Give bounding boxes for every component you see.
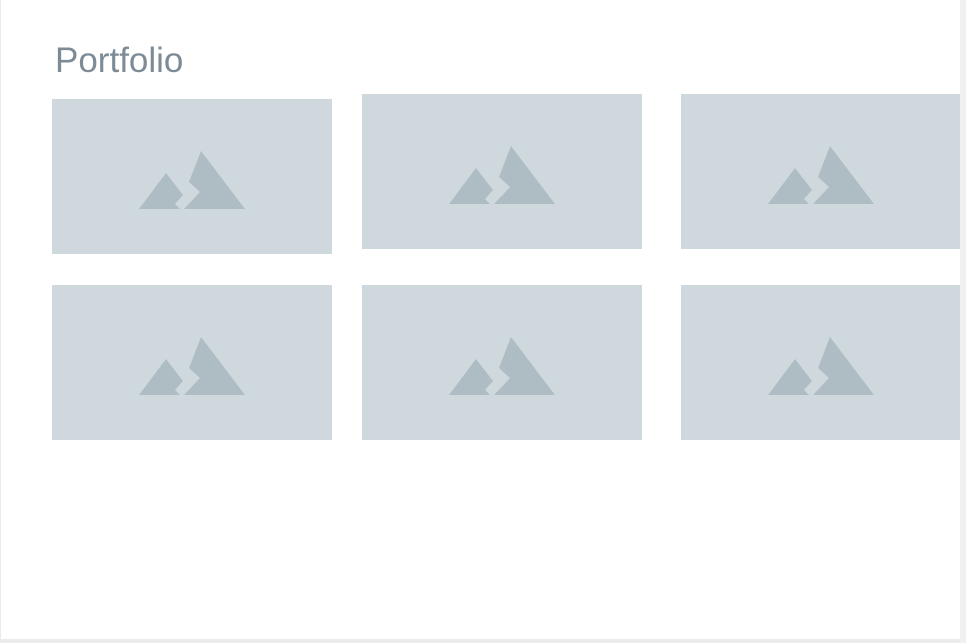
image-placeholder-icon xyxy=(768,336,874,395)
portfolio-item[interactable] xyxy=(362,285,642,440)
image-placeholder-icon xyxy=(768,145,874,204)
image-placeholder-icon xyxy=(139,336,245,395)
image-placeholder-icon xyxy=(139,150,245,209)
portfolio-item[interactable] xyxy=(52,99,332,254)
image-placeholder-icon xyxy=(449,336,555,395)
page-title: Portfolio xyxy=(55,41,184,80)
portfolio-item[interactable] xyxy=(52,285,332,440)
portfolio-item[interactable] xyxy=(362,94,642,249)
window-edge xyxy=(960,0,966,643)
page-canvas: Portfolio xyxy=(1,0,961,639)
image-placeholder-icon xyxy=(449,145,555,204)
portfolio-item[interactable] xyxy=(681,285,961,440)
portfolio-item[interactable] xyxy=(681,94,961,249)
